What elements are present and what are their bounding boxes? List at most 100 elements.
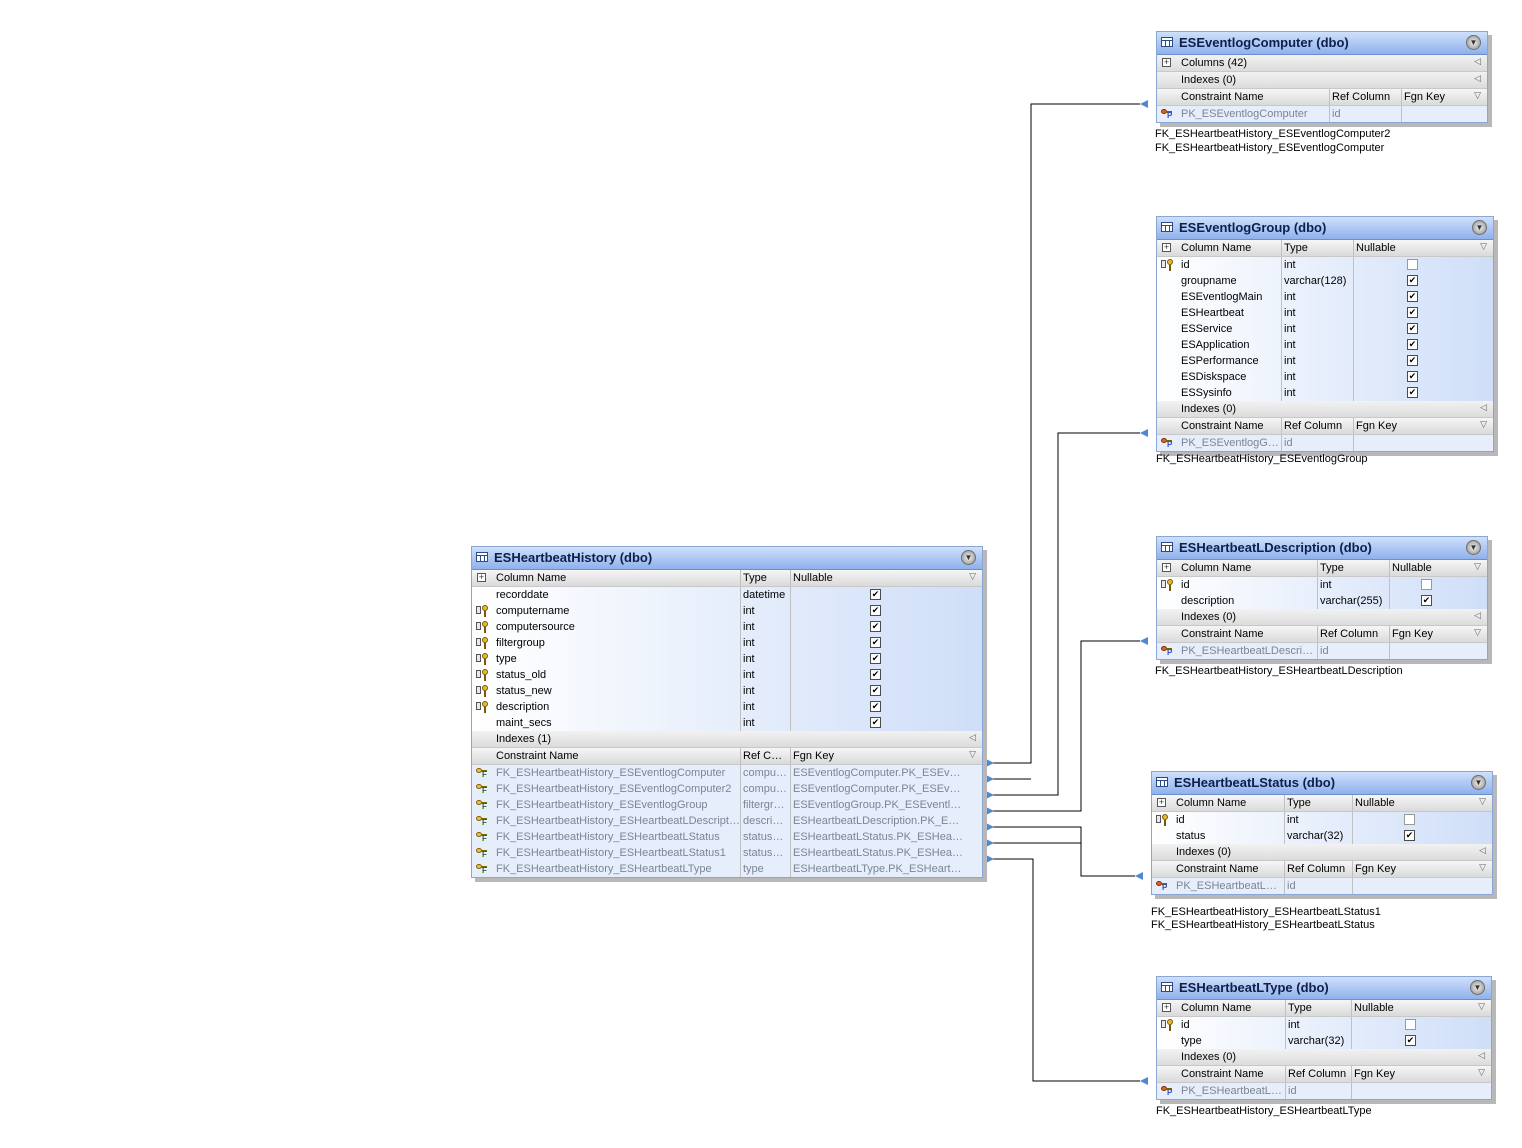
table-title-bar[interactable]: ESEventlogComputer (dbo) ▼ [1157,32,1487,55]
table-title-bar[interactable]: ESEventlogGroup (dbo) ▼ [1157,217,1493,240]
ref-column-header[interactable]: Ref C… [740,748,790,764]
columns-header[interactable]: + Column Name Type Nullable ▽ [1157,560,1487,577]
constraint-row[interactable]: F FK_ESHeartbeatHistory_ESEventlogGroup fi… [472,797,982,813]
nullable-checkbox[interactable]: ✔ [1405,1035,1416,1046]
constraint-name-header[interactable]: Constraint Name [1179,626,1317,642]
columns-header[interactable]: + Column Name Type Nullable ▽ [1157,240,1493,257]
ref-column-header[interactable]: Ref Column [1285,1066,1351,1082]
table-title-bar[interactable]: ESHeartbeatHistory (dbo) ▼ [472,547,982,570]
constraints-header[interactable]: Constraint Name Ref Column Fgn Key ▽ [1157,1066,1491,1083]
table-esheartbeathistory[interactable]: ESHeartbeatHistory (dbo) ▼ + Column Name… [471,546,983,878]
expand-indexes-icon[interactable]: ◁ [1478,1050,1485,1061]
sort-icon[interactable]: ▽ [1478,1001,1485,1012]
table-title-bar[interactable]: ESHeartbeatLType (dbo) ▼ [1157,977,1491,1000]
table-title-bar[interactable]: ESHeartbeatLStatus (dbo) ▼ [1152,772,1492,795]
nullable-checkbox[interactable]: ✔ [870,605,881,616]
column-name-header[interactable]: Column Name [1174,795,1284,811]
table-esheartbeatltype[interactable]: ESHeartbeatLType (dbo) ▼ + Column Name T… [1156,976,1492,1100]
expand-indexes-icon[interactable]: ◁ [1474,610,1481,621]
nullable-checkbox[interactable]: ✔ [1407,291,1418,302]
column-row[interactable]: ESService int ✔ [1157,321,1493,337]
columns-header[interactable]: + Column Name Type Nullable ▽ [1152,795,1492,812]
nullable-header[interactable]: Nullable [1352,795,1472,811]
sort-icon[interactable]: ▽ [1474,627,1481,638]
ref-column-header[interactable]: Ref Column [1284,861,1352,877]
nullable-checkbox[interactable]: ✔ [1407,355,1418,366]
sort-icon[interactable]: ▽ [1478,1067,1485,1078]
constraint-row[interactable]: F FK_ESHeartbeatHistory_ESHeartbeatLStatu… [472,845,982,861]
nullable-header[interactable]: Nullable [1389,560,1469,576]
column-row[interactable]: status_old int ✔ [472,667,982,683]
nullable-checkbox[interactable] [1404,814,1415,825]
expand-icon[interactable]: + [1162,563,1171,572]
fgn-key-header[interactable]: Fgn Key [790,748,970,764]
constraints-header[interactable]: Constraint Name Ref Column Fgn Key ▽ [1157,626,1487,643]
column-row[interactable]: ESPerformance int ✔ [1157,353,1493,369]
column-row[interactable]: ESHeartbeat int ✔ [1157,305,1493,321]
column-row[interactable]: type varchar(32) ✔ [1157,1033,1491,1049]
nullable-header[interactable]: Nullable [1353,240,1473,256]
constraint-name-header[interactable]: Constraint Name [1179,1066,1285,1082]
column-row[interactable]: ESDiskspace int ✔ [1157,369,1493,385]
expand-icon[interactable]: + [1162,1003,1171,1012]
type-header[interactable]: Type [1284,795,1352,811]
constraints-header[interactable]: Constraint Name Ref Column Fgn Key ▽ [1157,89,1487,106]
column-row[interactable]: ESApplication int ✔ [1157,337,1493,353]
indexes-section[interactable]: Indexes (1) ◁ [472,731,982,748]
fgn-key-header[interactable]: Fgn Key [1351,1066,1471,1082]
column-row[interactable]: id int [1157,257,1493,273]
sort-icon[interactable]: ▽ [1479,862,1486,873]
expand-columns-icon[interactable]: ◁ [1474,56,1481,67]
expand-indexes-icon[interactable]: ◁ [1479,845,1486,856]
ref-column-header[interactable]: Ref Column [1317,626,1389,642]
constraint-row[interactable]: P PK_ESHeartbeatL… id [1157,1083,1491,1099]
collapse-button[interactable]: ▼ [1471,775,1486,790]
constraint-name-header[interactable]: Constraint Name [1179,89,1329,105]
column-row[interactable]: id int [1157,1017,1491,1033]
expand-icon[interactable]: + [1162,243,1171,252]
expand-icon[interactable]: + [477,573,486,582]
fgn-key-header[interactable]: Fgn Key [1389,626,1469,642]
collapse-button[interactable]: ▼ [961,550,976,565]
column-name-header[interactable]: Column Name [1179,240,1281,256]
column-name-header[interactable]: Column Name [494,570,740,586]
column-row[interactable]: computersource int ✔ [472,619,982,635]
constraint-row[interactable]: F FK_ESHeartbeatHistory_ESEventlogCompute… [472,781,982,797]
column-row[interactable]: ESEventlogMain int ✔ [1157,289,1493,305]
column-row[interactable]: status_new int ✔ [472,683,982,699]
constraint-name-header[interactable]: Constraint Name [494,748,740,764]
constraint-row[interactable]: P PK_ESEventlogGr… id [1157,435,1493,451]
indexes-section[interactable]: Indexes (0) ◁ [1152,844,1492,861]
constraint-name-header[interactable]: Constraint Name [1179,418,1281,434]
columns-section[interactable]: + Columns (42) ◁ [1157,55,1487,72]
indexes-section[interactable]: Indexes (0) ◁ [1157,609,1487,626]
constraint-row[interactable]: F FK_ESHeartbeatHistory_ESHeartbeatLStatu… [472,829,982,845]
nullable-checkbox[interactable]: ✔ [870,669,881,680]
expand-indexes-icon[interactable]: ◁ [1480,402,1487,413]
column-row[interactable]: description varchar(255) ✔ [1157,593,1487,609]
nullable-checkbox[interactable] [1407,259,1418,270]
type-header[interactable]: Type [1281,240,1353,256]
column-name-header[interactable]: Column Name [1179,1000,1285,1016]
nullable-checkbox[interactable] [1405,1019,1416,1030]
column-row[interactable]: type int ✔ [472,651,982,667]
column-row[interactable]: recorddate datetime ✔ [472,587,982,603]
nullable-checkbox[interactable]: ✔ [870,637,881,648]
nullable-header[interactable]: Nullable [1351,1000,1471,1016]
nullable-checkbox[interactable]: ✔ [1407,323,1418,334]
sort-icon[interactable]: ▽ [1479,796,1486,807]
sort-icon[interactable]: ▽ [1474,90,1481,101]
column-row[interactable]: id int [1152,812,1492,828]
table-title-bar[interactable]: ESHeartbeatLDescription (dbo) ▼ [1157,537,1487,560]
sort-icon[interactable]: ▽ [1480,241,1487,252]
nullable-header[interactable]: Nullable [790,570,970,586]
collapse-button[interactable]: ▼ [1472,220,1487,235]
fgn-key-header[interactable]: Fgn Key [1353,418,1473,434]
constraint-row[interactable]: F FK_ESHeartbeatHistory_ESEventlogCompute… [472,765,982,781]
constraints-header[interactable]: Constraint Name Ref Column Fgn Key ▽ [1157,418,1493,435]
nullable-checkbox[interactable]: ✔ [1404,830,1415,841]
nullable-checkbox[interactable]: ✔ [1421,595,1432,606]
column-row[interactable]: status varchar(32) ✔ [1152,828,1492,844]
ref-column-header[interactable]: Ref Column [1281,418,1353,434]
nullable-checkbox[interactable]: ✔ [870,621,881,632]
